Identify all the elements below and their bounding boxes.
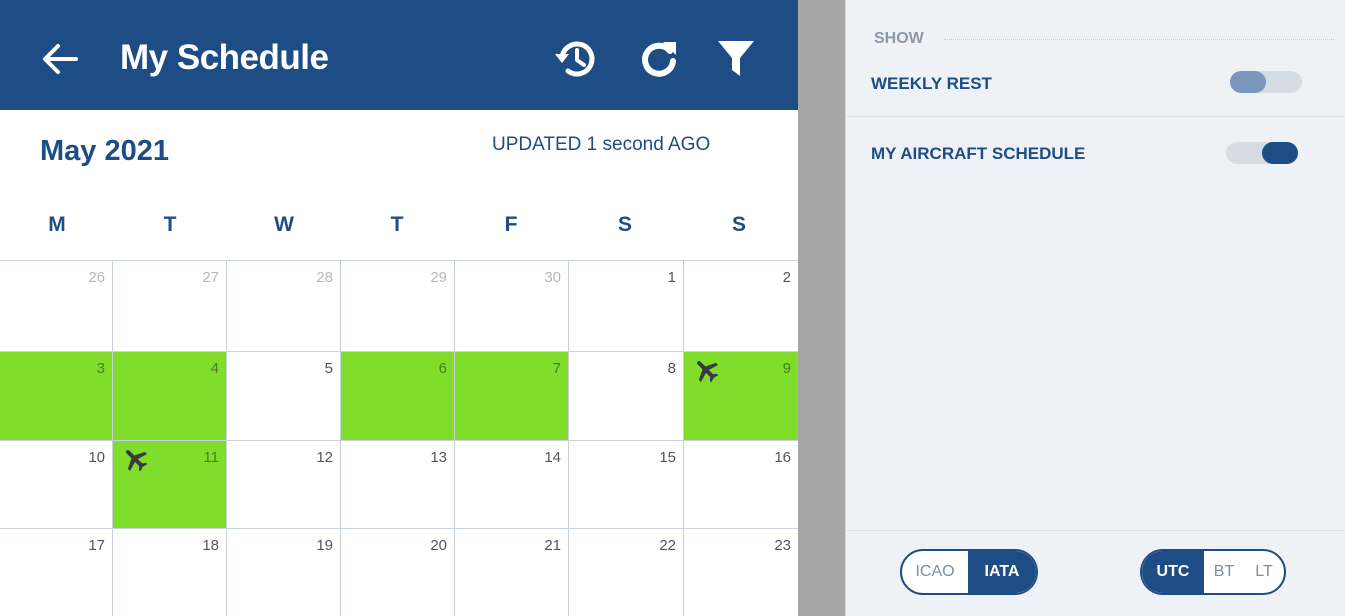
- day-number: 23: [774, 537, 791, 554]
- day-cell[interactable]: 7: [455, 351, 569, 440]
- code-format-switch: ICAO IATA: [900, 549, 1038, 595]
- day-number: 7: [552, 360, 561, 377]
- airplane-icon: [692, 356, 720, 384]
- day-number: 16: [774, 449, 791, 466]
- day-number: 21: [544, 537, 561, 554]
- calendar-grid: 26 27 28 29 30 1 2 3 4 5 6 7 8 9 10 11 12 13 14 15 16 17 18 19 2…: [0, 260, 798, 616]
- day-number: 22: [659, 537, 676, 554]
- back-arrow-icon[interactable]: [38, 37, 82, 81]
- day-number: 12: [316, 449, 333, 466]
- weekday-header: W: [274, 213, 294, 236]
- day-number: 20: [430, 537, 447, 554]
- app-header: My Schedule: [0, 0, 798, 110]
- day-cell[interactable]: 2: [684, 260, 798, 351]
- weekday-header: T: [163, 213, 177, 236]
- day-cell[interactable]: 17: [0, 528, 113, 616]
- day-cell[interactable]: 12: [227, 440, 341, 528]
- day-cell[interactable]: 30: [455, 260, 569, 351]
- day-number: 13: [430, 449, 447, 466]
- day-cell[interactable]: 1: [569, 260, 684, 351]
- last-updated-status: UPDATED 1 second AGO: [492, 134, 711, 155]
- filter-icon[interactable]: [713, 36, 759, 82]
- day-number: 26: [88, 269, 105, 286]
- day-number: 9: [782, 360, 791, 377]
- day-cell[interactable]: 9: [684, 351, 798, 440]
- panel-splitter[interactable]: [798, 0, 845, 616]
- day-cell[interactable]: 20: [341, 528, 455, 616]
- day-number: 4: [210, 360, 219, 377]
- day-cell[interactable]: 13: [341, 440, 455, 528]
- day-cell[interactable]: 3: [0, 351, 113, 440]
- weekday-header: F: [504, 213, 518, 236]
- iata-option[interactable]: IATA: [968, 551, 1036, 593]
- lt-option[interactable]: LT: [1244, 551, 1284, 593]
- day-cell[interactable]: 29: [341, 260, 455, 351]
- weekday-header: T: [390, 213, 404, 236]
- day-cell[interactable]: 16: [684, 440, 798, 528]
- refresh-icon[interactable]: [636, 36, 682, 82]
- day-number: 5: [324, 360, 333, 377]
- icao-option[interactable]: ICAO: [902, 551, 968, 593]
- day-number: 19: [316, 537, 333, 554]
- day-cell[interactable]: 4: [113, 351, 227, 440]
- toggle-knob: [1230, 71, 1266, 93]
- page-title: My Schedule: [120, 38, 329, 77]
- bt-option[interactable]: BT: [1204, 551, 1244, 593]
- day-cell[interactable]: 10: [0, 440, 113, 528]
- section-label: SHOW: [874, 30, 924, 47]
- day-number: 27: [202, 269, 219, 286]
- day-number: 15: [659, 449, 676, 466]
- month-title: May 2021: [40, 135, 169, 167]
- my-aircraft-schedule-label: MY AIRCRAFT SCHEDULE: [871, 144, 1086, 163]
- day-number: 11: [203, 449, 219, 466]
- day-cell[interactable]: 5: [227, 351, 341, 440]
- time-format-switch: UTC BT LT: [1140, 549, 1286, 595]
- day-cell[interactable]: 23: [684, 528, 798, 616]
- day-number: 10: [88, 449, 105, 466]
- day-cell[interactable]: 21: [455, 528, 569, 616]
- option-divider: [846, 116, 1345, 117]
- weekday-header: S: [617, 213, 632, 236]
- day-cell[interactable]: 6: [341, 351, 455, 440]
- footer-divider: [846, 530, 1345, 531]
- day-number: 30: [544, 269, 561, 286]
- section-divider: [944, 39, 1334, 40]
- day-cell[interactable]: 15: [569, 440, 684, 528]
- weekly-rest-toggle[interactable]: [1230, 71, 1302, 93]
- weekday-header: S: [731, 213, 746, 236]
- day-cell[interactable]: 26: [0, 260, 113, 351]
- day-number: 17: [88, 537, 105, 554]
- day-cell[interactable]: 22: [569, 528, 684, 616]
- calendar-panel: My Schedule May 2021 UPDATED 1 second AG…: [0, 0, 798, 616]
- my-aircraft-schedule-toggle[interactable]: [1226, 142, 1298, 164]
- weekday-header: M: [48, 213, 66, 236]
- day-number: 2: [782, 269, 791, 286]
- day-cell[interactable]: 27: [113, 260, 227, 351]
- day-cell[interactable]: 14: [455, 440, 569, 528]
- day-number: 3: [96, 360, 105, 377]
- day-cell[interactable]: 28: [227, 260, 341, 351]
- day-number: 28: [316, 269, 333, 286]
- weekly-rest-label: WEEKLY REST: [871, 74, 992, 93]
- filter-panel: SHOW WEEKLY REST MY AIRCRAFT SCHEDULE IC…: [845, 0, 1345, 616]
- day-number: 14: [544, 449, 561, 466]
- day-number: 18: [202, 537, 219, 554]
- day-number: 29: [430, 269, 447, 286]
- utc-option[interactable]: UTC: [1142, 551, 1204, 593]
- day-number: 8: [667, 360, 676, 377]
- toggle-knob: [1262, 142, 1298, 164]
- history-icon[interactable]: [554, 36, 600, 82]
- day-cell[interactable]: 11: [113, 440, 227, 528]
- day-number: 6: [438, 360, 447, 377]
- airplane-icon: [121, 445, 149, 473]
- day-cell[interactable]: 18: [113, 528, 227, 616]
- day-number: 1: [667, 269, 676, 286]
- day-cell[interactable]: 19: [227, 528, 341, 616]
- day-cell[interactable]: 8: [569, 351, 684, 440]
